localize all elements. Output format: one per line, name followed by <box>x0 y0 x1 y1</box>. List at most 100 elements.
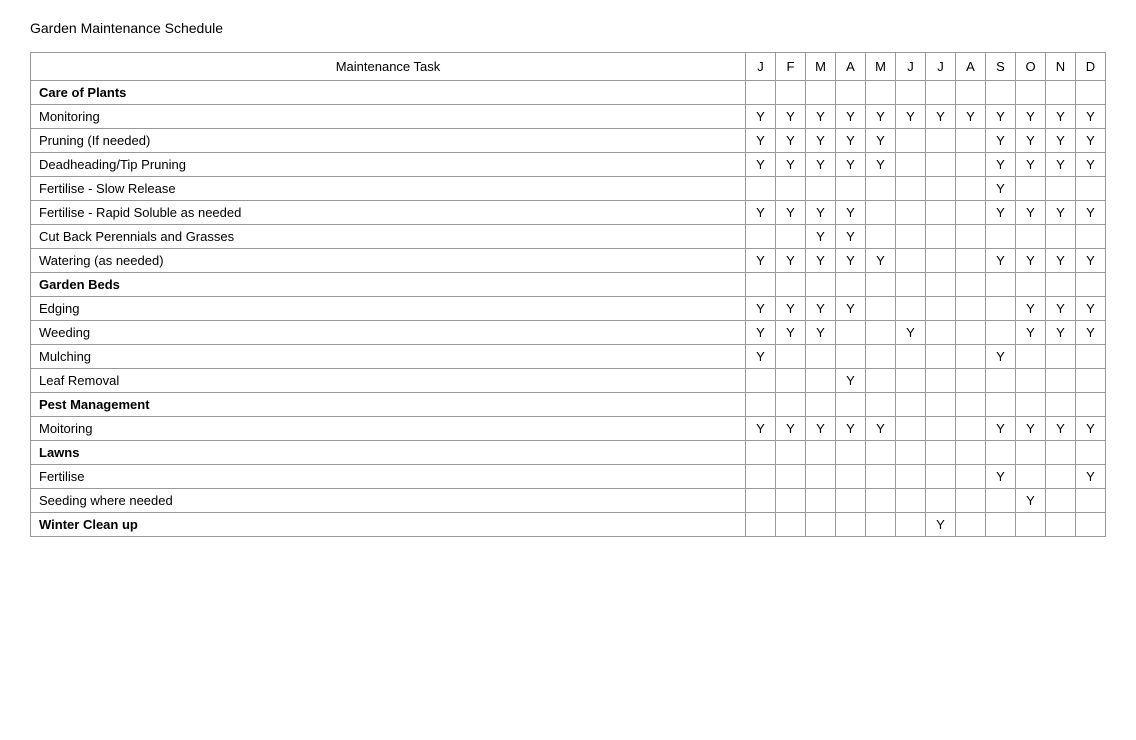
task-name-cell: Fertilise <box>31 465 746 489</box>
month-cell: Y <box>986 465 1016 489</box>
month-cell <box>776 465 806 489</box>
table-row: Pruning (If needed)YYYYYYYYY <box>31 129 1106 153</box>
month-cell: Y <box>1016 489 1046 513</box>
month-cell <box>866 273 896 297</box>
month-cell <box>1076 393 1106 417</box>
month-cell: Y <box>896 321 926 345</box>
month-cell <box>1046 465 1076 489</box>
table-row: Seeding where neededY <box>31 489 1106 513</box>
month-cell <box>956 273 986 297</box>
table-row: Watering (as needed)YYYYYYYYY <box>31 249 1106 273</box>
month-cell: Y <box>896 105 926 129</box>
page-title: Garden Maintenance Schedule <box>30 20 1106 36</box>
month-cell <box>896 393 926 417</box>
month-header-f: F <box>776 53 806 81</box>
month-cell <box>836 273 866 297</box>
table-row: Deadheading/Tip PruningYYYYYYYYY <box>31 153 1106 177</box>
task-name-cell: Garden Beds <box>31 273 746 297</box>
month-cell <box>866 201 896 225</box>
month-cell: Y <box>1076 417 1106 441</box>
month-cell <box>866 321 896 345</box>
month-cell <box>746 273 776 297</box>
month-cell: Y <box>1016 201 1046 225</box>
table-row: Pest Management <box>31 393 1106 417</box>
month-cell: Y <box>836 369 866 393</box>
task-name-cell: Leaf Removal <box>31 369 746 393</box>
month-cell: Y <box>1016 153 1046 177</box>
month-cell: Y <box>746 249 776 273</box>
month-cell: Y <box>836 153 866 177</box>
month-cell: Y <box>1046 153 1076 177</box>
month-header-o: O <box>1016 53 1046 81</box>
month-cell: Y <box>746 201 776 225</box>
table-row: MoitoringYYYYYYYYY <box>31 417 1106 441</box>
month-cell <box>746 81 776 105</box>
month-cell <box>836 513 866 537</box>
month-cell <box>956 345 986 369</box>
task-name-cell: Cut Back Perennials and Grasses <box>31 225 746 249</box>
month-cell <box>926 417 956 441</box>
month-cell <box>1046 489 1076 513</box>
month-cell <box>896 249 926 273</box>
month-cell: Y <box>1076 201 1106 225</box>
month-cell <box>956 129 986 153</box>
month-cell <box>926 441 956 465</box>
month-cell <box>896 153 926 177</box>
month-cell <box>986 441 1016 465</box>
month-cell <box>746 441 776 465</box>
month-cell: Y <box>1076 153 1106 177</box>
month-cell: Y <box>1046 321 1076 345</box>
month-cell <box>926 369 956 393</box>
month-header-j3: J <box>926 53 956 81</box>
month-cell <box>926 321 956 345</box>
table-row: Care of Plants <box>31 81 1106 105</box>
month-cell <box>866 345 896 369</box>
task-column-header: Maintenance Task <box>31 53 746 81</box>
month-cell <box>926 489 956 513</box>
month-cell <box>1076 489 1106 513</box>
month-cell <box>866 81 896 105</box>
month-cell <box>956 489 986 513</box>
month-cell <box>896 177 926 201</box>
month-cell: Y <box>986 249 1016 273</box>
month-cell <box>956 81 986 105</box>
month-cell: Y <box>986 105 1016 129</box>
month-cell: Y <box>866 105 896 129</box>
month-cell: Y <box>806 249 836 273</box>
month-cell <box>986 369 1016 393</box>
month-cell <box>776 345 806 369</box>
month-cell <box>1076 345 1106 369</box>
month-cell <box>746 393 776 417</box>
month-cell <box>1016 441 1046 465</box>
month-cell <box>1046 513 1076 537</box>
table-row: Garden Beds <box>31 273 1106 297</box>
month-cell: Y <box>776 129 806 153</box>
month-cell: Y <box>1076 129 1106 153</box>
month-cell: Y <box>1076 297 1106 321</box>
month-cell: Y <box>806 321 836 345</box>
month-cell <box>956 225 986 249</box>
task-name-cell: Winter Clean up <box>31 513 746 537</box>
month-cell <box>776 81 806 105</box>
month-cell <box>956 177 986 201</box>
task-name-cell: Deadheading/Tip Pruning <box>31 153 746 177</box>
month-cell <box>986 321 1016 345</box>
month-cell: Y <box>746 417 776 441</box>
month-cell: Y <box>776 417 806 441</box>
month-cell <box>986 513 1016 537</box>
month-cell: Y <box>836 225 866 249</box>
month-cell <box>926 273 956 297</box>
month-cell <box>926 393 956 417</box>
month-cell <box>866 177 896 201</box>
month-cell <box>926 81 956 105</box>
table-row: Winter Clean upY <box>31 513 1106 537</box>
month-cell <box>896 225 926 249</box>
month-cell <box>1016 225 1046 249</box>
month-cell <box>776 441 806 465</box>
month-cell <box>956 321 986 345</box>
month-header-d: D <box>1076 53 1106 81</box>
month-cell <box>836 345 866 369</box>
month-cell: Y <box>866 153 896 177</box>
month-cell <box>1016 369 1046 393</box>
month-cell <box>746 513 776 537</box>
